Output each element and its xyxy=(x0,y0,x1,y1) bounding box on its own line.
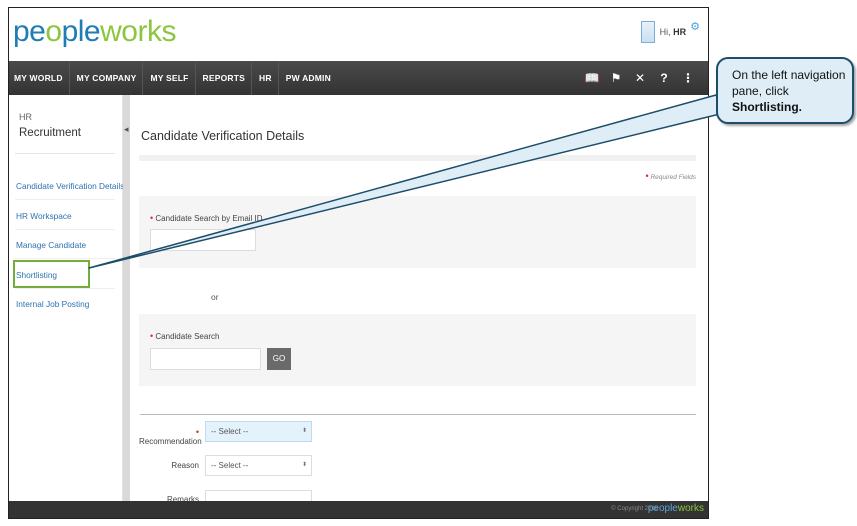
instruction-callout: On the left navigation pane, click Short… xyxy=(716,57,854,124)
callout-pointer-shape xyxy=(88,94,725,269)
